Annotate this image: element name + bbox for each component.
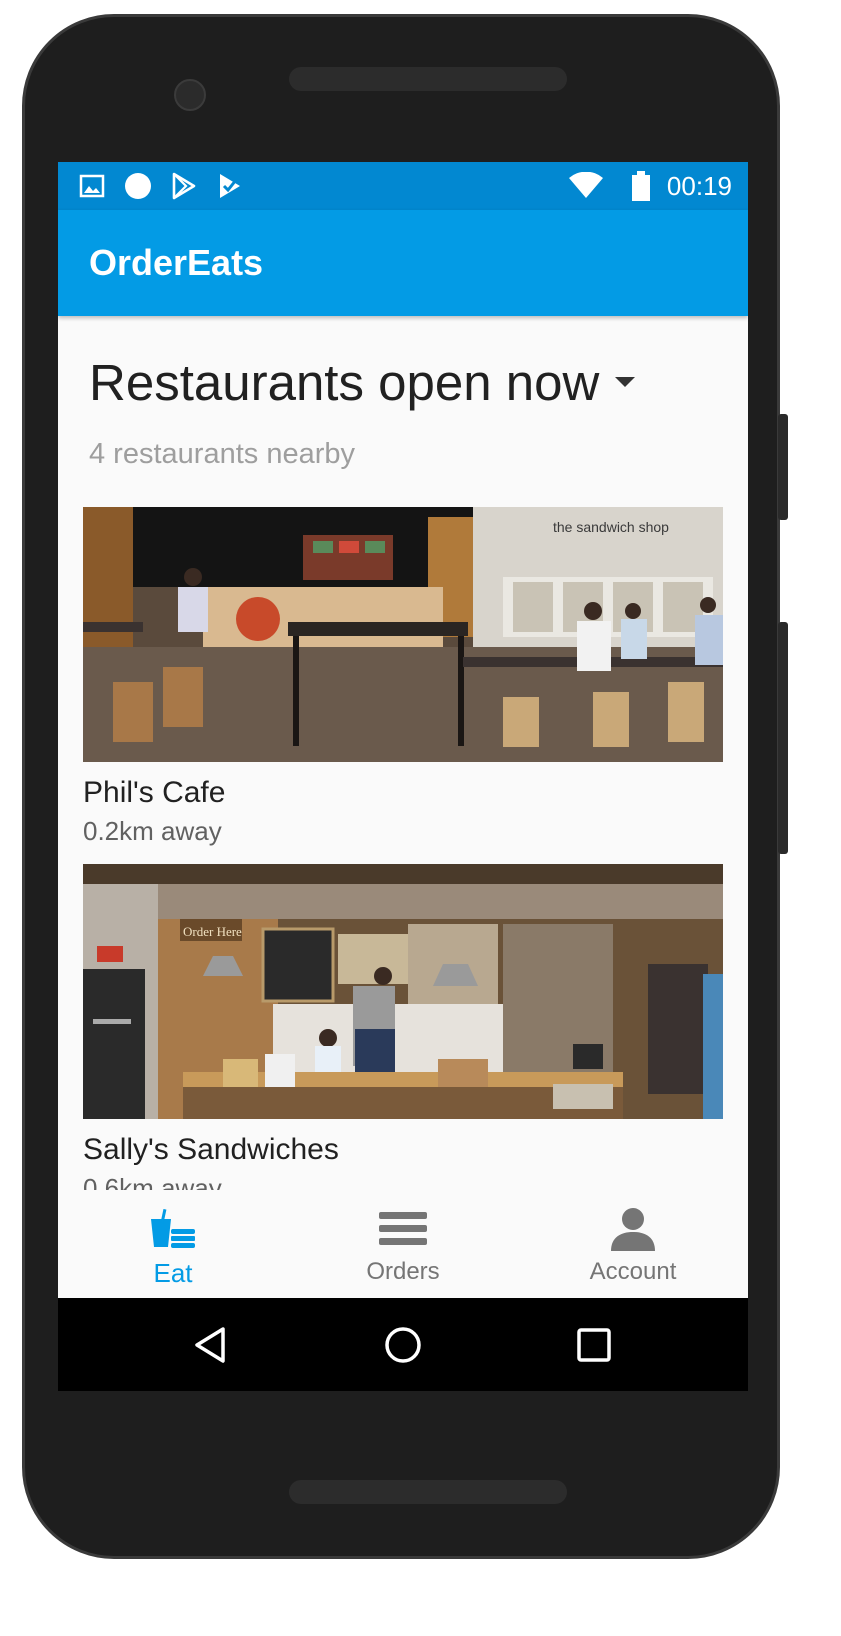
check-badge-icon bbox=[214, 170, 246, 202]
bottom-navigation: Eat Orders Account bbox=[58, 1190, 748, 1298]
restaurant-name: Phil's Cafe bbox=[83, 776, 226, 809]
bottom-speaker bbox=[289, 1480, 567, 1504]
nav-tab-account[interactable]: Account bbox=[518, 1190, 748, 1298]
page-title: Restaurants open now bbox=[89, 353, 600, 411]
power-button bbox=[778, 622, 788, 854]
svg-text:Order Here: Order Here bbox=[183, 924, 242, 939]
app-screen: 00:19 OrderEats Restaurants open now 4 r… bbox=[58, 162, 748, 1391]
restaurant-card[interactable]: the sandwich shop Phil's Cafe 0.2km away bbox=[83, 507, 723, 847]
back-icon[interactable] bbox=[186, 1320, 236, 1370]
wifi-icon bbox=[566, 170, 606, 202]
volume-button bbox=[778, 414, 788, 520]
restaurant-card[interactable]: Order Here Sally's Sandwiches 0.6km away bbox=[83, 864, 723, 1204]
home-icon[interactable] bbox=[378, 1320, 428, 1370]
nav-tab-label: Account bbox=[589, 1258, 677, 1285]
nav-tab-orders[interactable]: Orders bbox=[288, 1190, 518, 1298]
restaurant-name: Sally's Sandwiches bbox=[83, 1133, 339, 1166]
svg-text:the sandwich shop: the sandwich shop bbox=[553, 519, 669, 535]
restaurant-count: 4 restaurants nearby bbox=[89, 438, 355, 470]
status-bar: 00:19 bbox=[58, 162, 748, 210]
restaurant-photo: Order Here bbox=[83, 864, 723, 1119]
system-nav-bar bbox=[58, 1298, 748, 1391]
app-bar: OrderEats bbox=[58, 210, 748, 316]
status-clock: 00:19 bbox=[666, 171, 732, 201]
list-menu-icon bbox=[379, 1206, 427, 1252]
top-speaker bbox=[289, 67, 567, 91]
circle-icon bbox=[122, 170, 154, 202]
battery-icon bbox=[626, 170, 656, 202]
restaurant-photo: the sandwich shop bbox=[83, 507, 723, 762]
restaurant-filter-dropdown[interactable]: Restaurants open now bbox=[89, 352, 636, 412]
nav-tab-label: Eat bbox=[153, 1258, 193, 1288]
app-title: OrderEats bbox=[89, 242, 264, 283]
person-icon bbox=[609, 1206, 657, 1252]
nav-tab-eat[interactable]: Eat bbox=[58, 1190, 288, 1298]
nav-tab-label: Orders bbox=[366, 1258, 440, 1285]
front-camera bbox=[174, 79, 206, 111]
restaurant-distance: 0.2km away bbox=[83, 816, 222, 846]
play-store-icon bbox=[168, 170, 200, 202]
food-drink-icon bbox=[149, 1206, 197, 1252]
dropdown-caret-icon bbox=[615, 377, 636, 387]
image-icon bbox=[76, 170, 108, 202]
recents-icon[interactable] bbox=[569, 1320, 619, 1370]
